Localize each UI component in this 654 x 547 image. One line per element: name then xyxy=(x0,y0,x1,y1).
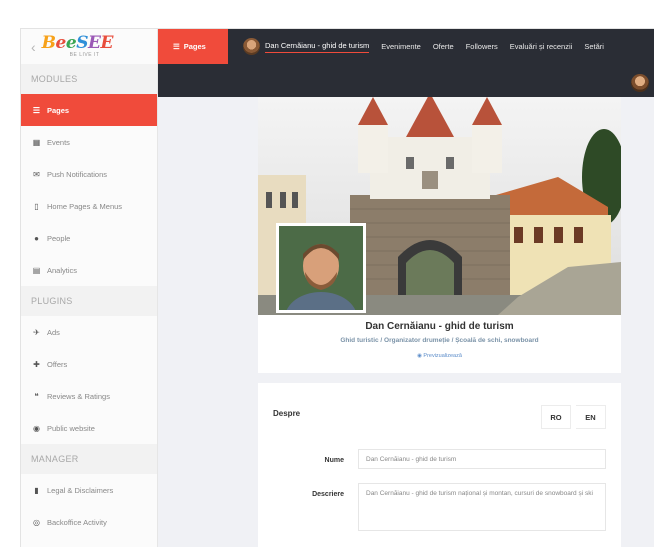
sidebar-item-label: Backoffice Activity xyxy=(47,517,107,527)
back-chevron-icon[interactable]: ‹ xyxy=(31,39,36,55)
about-card: Despre RO EN Nume Dan Cernăianu - ghid d… xyxy=(258,383,621,547)
sidebar-item-label: Events xyxy=(47,137,70,147)
sidebar-item-backoffice-activity[interactable]: ◎ Backoffice Activity xyxy=(21,506,157,538)
about-title: Despre xyxy=(273,409,301,418)
calendar-icon: ▦ xyxy=(32,137,41,147)
section-manager: MANAGER xyxy=(21,444,157,474)
avatar xyxy=(243,38,260,55)
tab-followers[interactable]: Followers xyxy=(466,42,498,51)
tab-pages-label: Pages xyxy=(183,42,206,51)
plane-icon: ✈ xyxy=(33,327,40,337)
language-en-button[interactable]: EN xyxy=(576,405,606,429)
name-field[interactable]: Dan Cernăianu - ghid de turism xyxy=(358,449,606,469)
document-icon: ▮ xyxy=(34,485,39,495)
tab-offers[interactable]: Oferte xyxy=(433,42,454,51)
section-modules: MODULES xyxy=(21,64,157,94)
sidebar-item-analytics[interactable]: ▤ Analytics xyxy=(21,254,157,286)
preview-label: Previzualizează xyxy=(423,353,462,359)
sidebar-item-people[interactable]: ● People xyxy=(21,222,157,254)
chart-icon: ▤ xyxy=(32,265,41,275)
description-field[interactable]: Dan Cernăianu - ghid de turism național … xyxy=(358,483,606,531)
puzzle-icon: ✚ xyxy=(33,359,40,369)
logo-tagline: BE LIVE IT xyxy=(69,51,100,58)
profile-name: Dan Cernăianu - ghid de turism xyxy=(365,321,514,332)
main-content: Dan Cernăianu - ghid de turism Ghid turi… xyxy=(158,97,654,547)
tab-reviews[interactable]: Evaluări și recenzii xyxy=(510,42,573,51)
globe-icon: ◉ xyxy=(33,423,40,433)
page-nav: Dan Cernăianu - ghid de turism Eveniment… xyxy=(243,29,604,64)
comments-icon: ❝ xyxy=(34,391,39,401)
envelope-icon: ✉ xyxy=(33,169,40,179)
topbar: ☰ Pages Dan Cernăianu - ghid de turism E… xyxy=(158,29,654,97)
eye-icon: ◎ xyxy=(33,517,40,527)
sidebar-item-pages[interactable]: ☰ Pages xyxy=(21,94,157,126)
user-avatar[interactable] xyxy=(631,74,649,92)
brand: ‹ BeeSEE BE LIVE IT xyxy=(21,29,157,64)
eye-icon: ◉ xyxy=(417,353,422,359)
sidebar-item-label: Ads xyxy=(47,327,60,337)
profile-tagline: Ghid turistic / Organizator drumeție / Ș… xyxy=(340,337,539,344)
sidebar-item-reviews-ratings[interactable]: ❝ Reviews & Ratings xyxy=(21,380,157,412)
sidebar-item-label: Analytics xyxy=(47,265,78,275)
sidebar-item-events[interactable]: ▦ Events xyxy=(21,126,157,158)
sidebar-item-label: Pages xyxy=(47,105,70,115)
description-field-label: Descriere xyxy=(312,491,344,498)
tab-events[interactable]: Evenimente xyxy=(381,42,421,51)
sidebar-item-label: Push Notifications xyxy=(47,169,108,179)
sidebar: ‹ BeeSEE BE LIVE IT MODULES ☰ Pages ▦ Ev… xyxy=(21,29,158,547)
list-icon: ☰ xyxy=(32,105,41,115)
tab-page-profile[interactable]: Dan Cernăianu - ghid de turism xyxy=(243,38,370,55)
list-icon: ☰ xyxy=(173,42,180,51)
section-plugins: PLUGINS xyxy=(21,286,157,316)
app-window: ‹ BeeSEE BE LIVE IT MODULES ☰ Pages ▦ Ev… xyxy=(20,28,654,547)
tab-page-profile-label: Dan Cernăianu - ghid de turism xyxy=(265,41,370,53)
sidebar-item-push-notifications[interactable]: ✉ Push Notifications xyxy=(21,158,157,190)
sidebar-item-home-pages-menus[interactable]: ▯ Home Pages & Menus xyxy=(21,190,157,222)
sidebar-item-label: Offers xyxy=(47,359,68,369)
tab-pages[interactable]: ☰ Pages xyxy=(158,29,228,64)
sidebar-item-label: Reviews & Ratings xyxy=(47,391,110,401)
sidebar-item-legal-disclaimers[interactable]: ▮ Legal & Disclaimers xyxy=(21,474,157,506)
language-ro-button[interactable]: RO xyxy=(541,405,571,429)
sidebar-item-label: People xyxy=(47,233,71,243)
sidebar-item-label: Home Pages & Menus xyxy=(47,201,123,211)
profile-photo[interactable] xyxy=(276,223,366,313)
sidebar-item-label: Public website xyxy=(47,423,95,433)
sidebar-item-ads[interactable]: ✈ Ads xyxy=(21,316,157,348)
app-logo[interactable]: BeeSEE BE LIVE IT xyxy=(42,33,114,61)
tab-settings[interactable]: Setări xyxy=(584,42,604,51)
sidebar-item-offers[interactable]: ✚ Offers xyxy=(21,348,157,380)
sidebar-item-public-website[interactable]: ◉ Public website xyxy=(21,412,157,444)
name-field-label: Nume xyxy=(324,457,344,464)
preview-link[interactable]: ◉ Previzualizează xyxy=(258,353,621,359)
user-icon: ● xyxy=(34,233,39,243)
sidebar-item-label: Legal & Disclaimers xyxy=(47,485,114,495)
mobile-icon: ▯ xyxy=(34,201,39,211)
profile-card: Dan Cernăianu - ghid de turism Ghid turi… xyxy=(258,97,621,373)
